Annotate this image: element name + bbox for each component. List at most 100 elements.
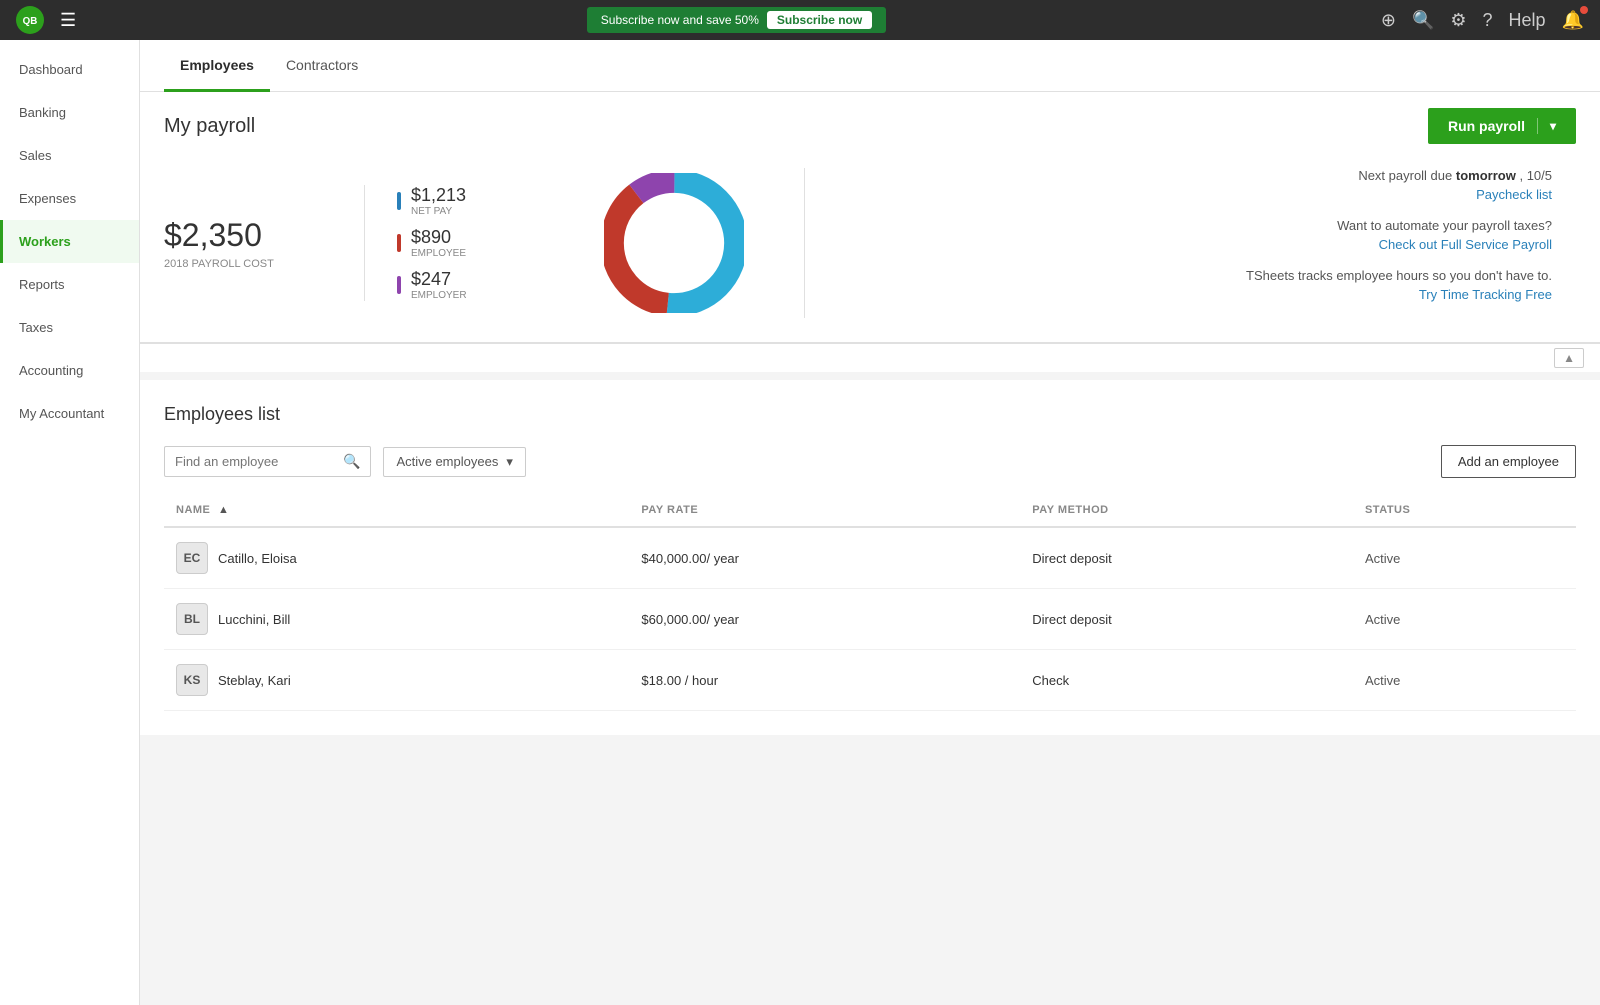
sidebar-item-reports[interactable]: Reports	[0, 263, 139, 306]
status-badge: Active	[1365, 612, 1400, 627]
run-payroll-label: Run payroll	[1448, 118, 1525, 134]
promo-bar: Subscribe now and save 50% Subscribe now	[92, 7, 1381, 33]
search-icon: 🔍	[343, 453, 360, 470]
help-icon[interactable]: ?	[1483, 10, 1493, 31]
employee-amount: $890	[411, 227, 466, 248]
sidebar-item-sales[interactable]: Sales	[0, 134, 139, 177]
help-label[interactable]: Help	[1509, 10, 1546, 31]
col-name[interactable]: NAME ▲	[164, 494, 629, 527]
collapse-button[interactable]: ▲	[1554, 348, 1584, 368]
section-divider	[140, 372, 1600, 380]
employee-status: Active	[1353, 589, 1576, 650]
full-service-payroll-link[interactable]: Check out Full Service Payroll	[829, 237, 1552, 252]
employees-list-section: Employees list 🔍 Active employees ▾ Add …	[140, 380, 1600, 735]
tabs-bar: Employees Contractors	[140, 40, 1600, 92]
table-row[interactable]: EC Catillo, Eloisa $40,000.00/ year Dire…	[164, 527, 1576, 589]
avatar: EC	[176, 542, 208, 574]
next-payroll-bold: tomorrow	[1456, 168, 1516, 183]
collapse-bar: ▲	[140, 343, 1600, 372]
payroll-title: My payroll	[164, 115, 255, 138]
payroll-summary-card: $2,350 2018 PAYROLL COST $1,213 NET PAY …	[140, 144, 1600, 343]
employee-name-cell[interactable]: EC Catillo, Eloisa	[164, 527, 629, 589]
avatar: BL	[176, 603, 208, 635]
search-box[interactable]: 🔍	[164, 446, 371, 477]
logo[interactable]: QB	[16, 6, 44, 34]
run-payroll-button[interactable]: Run payroll ▾	[1428, 108, 1576, 144]
add-icon[interactable]: ⊕	[1381, 10, 1396, 31]
table-row[interactable]: BL Lucchini, Bill $60,000.00/ year Direc…	[164, 589, 1576, 650]
employees-list-title: Employees list	[164, 404, 1576, 425]
payroll-cost: $2,350 2018 PAYROLL COST	[164, 217, 364, 270]
sidebar: Dashboard Banking Sales Expenses Workers…	[0, 40, 140, 1005]
tab-contractors[interactable]: Contractors	[270, 41, 374, 92]
sidebar-item-accounting[interactable]: Accounting	[0, 349, 139, 392]
top-nav-actions: ⊕ 🔍 ⚙ ? Help 🔔	[1381, 10, 1584, 31]
subscribe-now-button[interactable]: Subscribe now	[767, 11, 872, 29]
employer-label: EMPLOYER	[411, 290, 467, 301]
notification-bell[interactable]: 🔔	[1562, 10, 1584, 31]
status-badge: Active	[1365, 551, 1400, 566]
col-status: STATUS	[1353, 494, 1576, 527]
col-pay-method: PAY METHOD	[1020, 494, 1353, 527]
employee-table: NAME ▲ PAY RATE PAY METHOD STATUS EC Cat…	[164, 494, 1576, 711]
donut-chart	[544, 173, 804, 313]
btn-separator	[1537, 118, 1538, 134]
employee-name: Catillo, Eloisa	[218, 551, 297, 566]
employee-status: Active	[1353, 527, 1576, 589]
payroll-cost-label: 2018 PAYROLL COST	[164, 258, 364, 270]
chevron-down-icon: ▾	[506, 454, 513, 470]
employer-amount: $247	[411, 269, 467, 290]
svg-text:QB: QB	[23, 16, 38, 27]
next-payroll-prefix: Next payroll due	[1358, 168, 1452, 183]
notification-dot	[1580, 6, 1588, 14]
sort-icon: ▲	[218, 504, 229, 516]
tab-employees[interactable]: Employees	[164, 41, 270, 92]
automate-text: Want to automate your payroll taxes?	[829, 218, 1552, 233]
employee-name-cell[interactable]: KS Steblay, Kari	[164, 650, 629, 711]
payroll-info-panel: Next payroll due tomorrow , 10/5 Paychec…	[804, 168, 1576, 318]
active-employees-dropdown[interactable]: Active employees ▾	[383, 447, 525, 477]
employee-status: Active	[1353, 650, 1576, 711]
sidebar-item-dashboard[interactable]: Dashboard	[0, 48, 139, 91]
breakdown-employee: $890 EMPLOYEE	[397, 227, 512, 259]
add-employee-button[interactable]: Add an employee	[1441, 445, 1576, 478]
employee-pay-rate: $18.00 / hour	[629, 650, 1020, 711]
next-payroll-line: Next payroll due tomorrow , 10/5	[829, 168, 1552, 183]
breakdown-employer: $247 EMPLOYER	[397, 269, 512, 301]
col-pay-rate: PAY RATE	[629, 494, 1020, 527]
sidebar-item-banking[interactable]: Banking	[0, 91, 139, 134]
filter-label: Active employees	[396, 454, 498, 469]
table-header-row: NAME ▲ PAY RATE PAY METHOD STATUS	[164, 494, 1576, 527]
sidebar-item-expenses[interactable]: Expenses	[0, 177, 139, 220]
employee-name-cell[interactable]: BL Lucchini, Bill	[164, 589, 629, 650]
menu-icon[interactable]: ☰	[60, 10, 76, 31]
employee-pay-method: Check	[1020, 650, 1353, 711]
employee-name: Lucchini, Bill	[218, 612, 290, 627]
avatar: KS	[176, 664, 208, 696]
search-icon[interactable]: 🔍	[1412, 10, 1434, 31]
employee-label: EMPLOYEE	[411, 248, 466, 259]
table-row[interactable]: KS Steblay, Kari $18.00 / hour Check Act…	[164, 650, 1576, 711]
employee-pay-rate: $60,000.00/ year	[629, 589, 1020, 650]
time-tracking-link[interactable]: Try Time Tracking Free	[829, 287, 1552, 302]
paycheck-list-link[interactable]: Paycheck list	[829, 187, 1552, 202]
tsheets-text: TSheets tracks employee hours so you don…	[829, 268, 1552, 283]
sidebar-item-my-accountant[interactable]: My Accountant	[0, 392, 139, 435]
employees-toolbar: 🔍 Active employees ▾ Add an employee	[164, 445, 1576, 478]
payroll-cost-amount: $2,350	[164, 217, 364, 254]
employee-bar	[397, 234, 401, 252]
net-pay-label: NET PAY	[411, 206, 466, 217]
net-pay-bar	[397, 192, 401, 210]
breakdown-net-pay: $1,213 NET PAY	[397, 185, 512, 217]
sidebar-item-workers[interactable]: Workers	[0, 220, 139, 263]
search-input[interactable]	[175, 454, 335, 469]
sidebar-item-taxes[interactable]: Taxes	[0, 306, 139, 349]
payroll-header: My payroll Run payroll ▾	[140, 92, 1600, 144]
chevron-down-icon: ▾	[1550, 119, 1556, 133]
status-badge: Active	[1365, 673, 1400, 688]
toolbar-left: 🔍 Active employees ▾	[164, 446, 526, 477]
gear-icon[interactable]: ⚙	[1450, 10, 1466, 31]
employee-pay-method: Direct deposit	[1020, 589, 1353, 650]
main-content: Employees Contractors My payroll Run pay…	[140, 40, 1600, 1005]
payroll-breakdown: $1,213 NET PAY $890 EMPLOYEE $247 EMPL	[364, 185, 544, 301]
